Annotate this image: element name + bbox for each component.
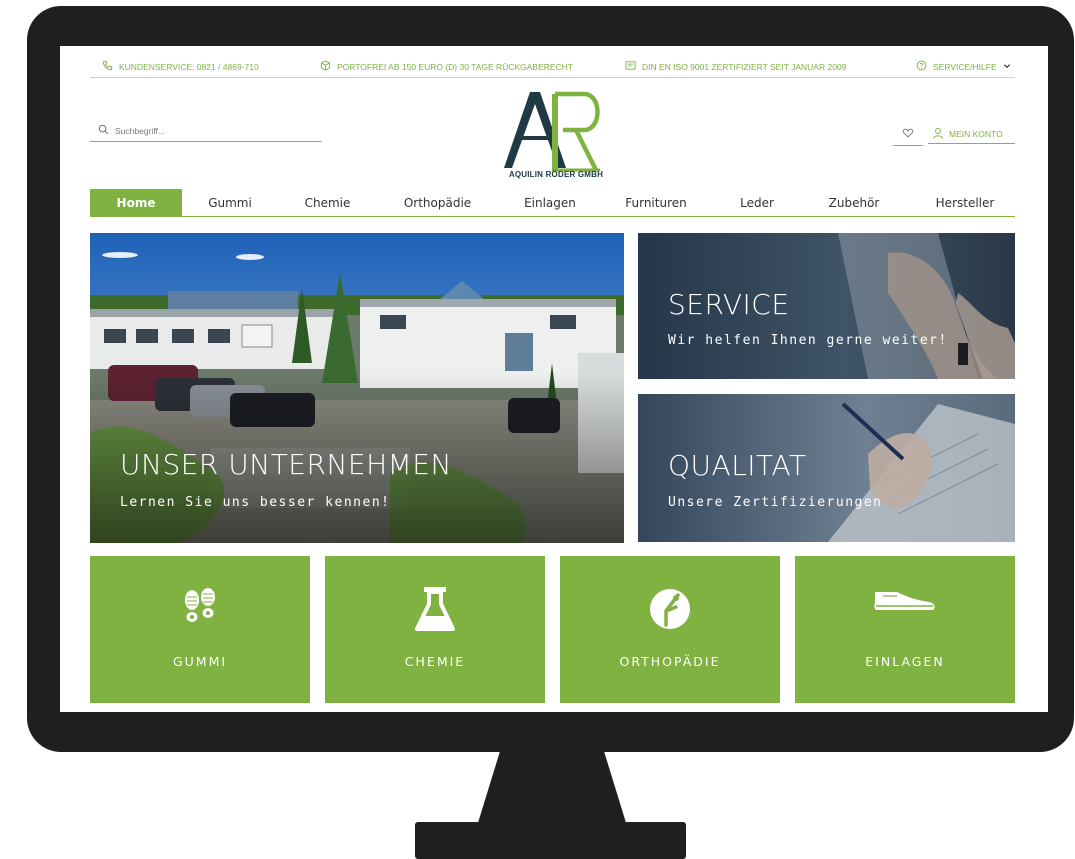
hero-quality-subtitle: Unsere Zertifizierungen	[668, 495, 883, 510]
logo-company-name: AQUILIN RÖDER GMBH	[508, 170, 604, 179]
nav-item-home[interactable]: Home	[90, 189, 182, 217]
hero-quality-tile[interactable]: QUALITAT Unsere Zertifizierungen	[638, 394, 1015, 542]
service-help-dropdown[interactable]: SERVICE/HILFE	[916, 60, 1011, 73]
customer-service-phone[interactable]: KUNDENSERVICE: 0821 / 4869-710	[102, 60, 259, 73]
nav-item-furnituren[interactable]: Furnituren	[612, 189, 700, 217]
top-info-bar: KUNDENSERVICE: 0821 / 4869-710 PORTOFREI…	[90, 56, 1015, 78]
certification-info: DIN EN ISO 9001 ZERTIFIZIERT SEIT JANUAR…	[625, 60, 846, 73]
flask-icon	[325, 584, 545, 634]
orthopedic-icon	[560, 584, 780, 634]
hero-service-title: SERVICE	[668, 288, 790, 321]
monitor-stand-base	[415, 822, 686, 859]
chevron-down-icon	[1003, 62, 1011, 72]
category-label-chemie: CHEMIE	[404, 654, 466, 669]
monitor-stand-neck	[477, 748, 627, 826]
certificate-icon	[625, 60, 636, 73]
shipping-info: PORTOFREI AB 150 EURO (D) 30 TAGE RÜCKGA…	[320, 60, 573, 73]
search-icon[interactable]	[98, 122, 109, 140]
hero-company-subtitle: Lernen Sie uns besser kennen!	[120, 495, 391, 510]
hero-service-subtitle: Wir helfen Ihnen gerne weiter!	[668, 333, 948, 348]
service-help-label: SERVICE/HILFE	[933, 61, 997, 72]
shipping-text: PORTOFREI AB 150 EURO (D) 30 TAGE RÜCKGA…	[337, 61, 574, 72]
hero-company-title: UNSER UNTERNEHMEN	[120, 448, 452, 481]
category-tile-chemie[interactable]: CHEMIE	[325, 556, 545, 703]
category-tile-orthopaedie[interactable]: ORTHOPÄDIE	[560, 556, 780, 703]
nav-item-hersteller[interactable]: Hersteller	[920, 189, 1010, 217]
category-label-einlagen: EINLAGEN	[865, 654, 945, 669]
nav-item-einlagen[interactable]: Einlagen	[510, 189, 590, 217]
my-account-button[interactable]: MEIN KONTO	[928, 124, 1015, 144]
account-label: MEIN KONTO	[949, 128, 1003, 139]
user-icon	[932, 127, 944, 141]
shoe-insole-icon	[795, 574, 1015, 624]
package-icon	[320, 60, 331, 73]
nav-item-gummi[interactable]: Gummi	[195, 189, 265, 217]
nav-item-orthopaedie[interactable]: Orthopädie	[390, 189, 485, 217]
search-bar	[90, 120, 322, 142]
shoe-soles-icon	[90, 584, 310, 634]
logo-ar-icon	[504, 91, 600, 172]
hero-quality-title: QUALITAT	[668, 449, 807, 482]
wishlist-button[interactable]	[893, 126, 923, 146]
category-label-orthopaedie: ORTHOPÄDIE	[619, 654, 721, 669]
category-tile-einlagen[interactable]: EINLAGEN	[795, 556, 1015, 703]
hero-company-tile[interactable]: UNSER UNTERNEHMEN Lernen Sie uns besser …	[90, 233, 624, 543]
company-logo[interactable]: AQUILIN RÖDER GMBH	[500, 90, 612, 182]
website-screen: KUNDENSERVICE: 0821 / 4869-710 PORTOFREI…	[60, 46, 1048, 712]
phone-text: KUNDENSERVICE: 0821 / 4869-710	[119, 61, 259, 72]
nav-item-chemie[interactable]: Chemie	[290, 189, 365, 217]
help-icon	[916, 60, 927, 73]
search-input[interactable]	[115, 125, 305, 136]
nav-item-leder[interactable]: Leder	[725, 189, 789, 217]
hero-service-tile[interactable]: SERVICE Wir helfen Ihnen gerne weiter!	[638, 233, 1015, 379]
heart-icon	[902, 126, 914, 145]
certification-text: DIN EN ISO 9001 ZERTIFIZIERT SEIT JANUAR…	[642, 61, 847, 72]
main-navigation: Home Gummi Chemie Orthopädie Einlagen Fu…	[90, 189, 1015, 217]
category-tile-gummi[interactable]: GUMMI	[90, 556, 310, 703]
category-label-gummi: GUMMI	[172, 654, 228, 669]
nav-item-zubehoer[interactable]: Zubehör	[815, 189, 893, 217]
phone-icon	[102, 60, 113, 73]
